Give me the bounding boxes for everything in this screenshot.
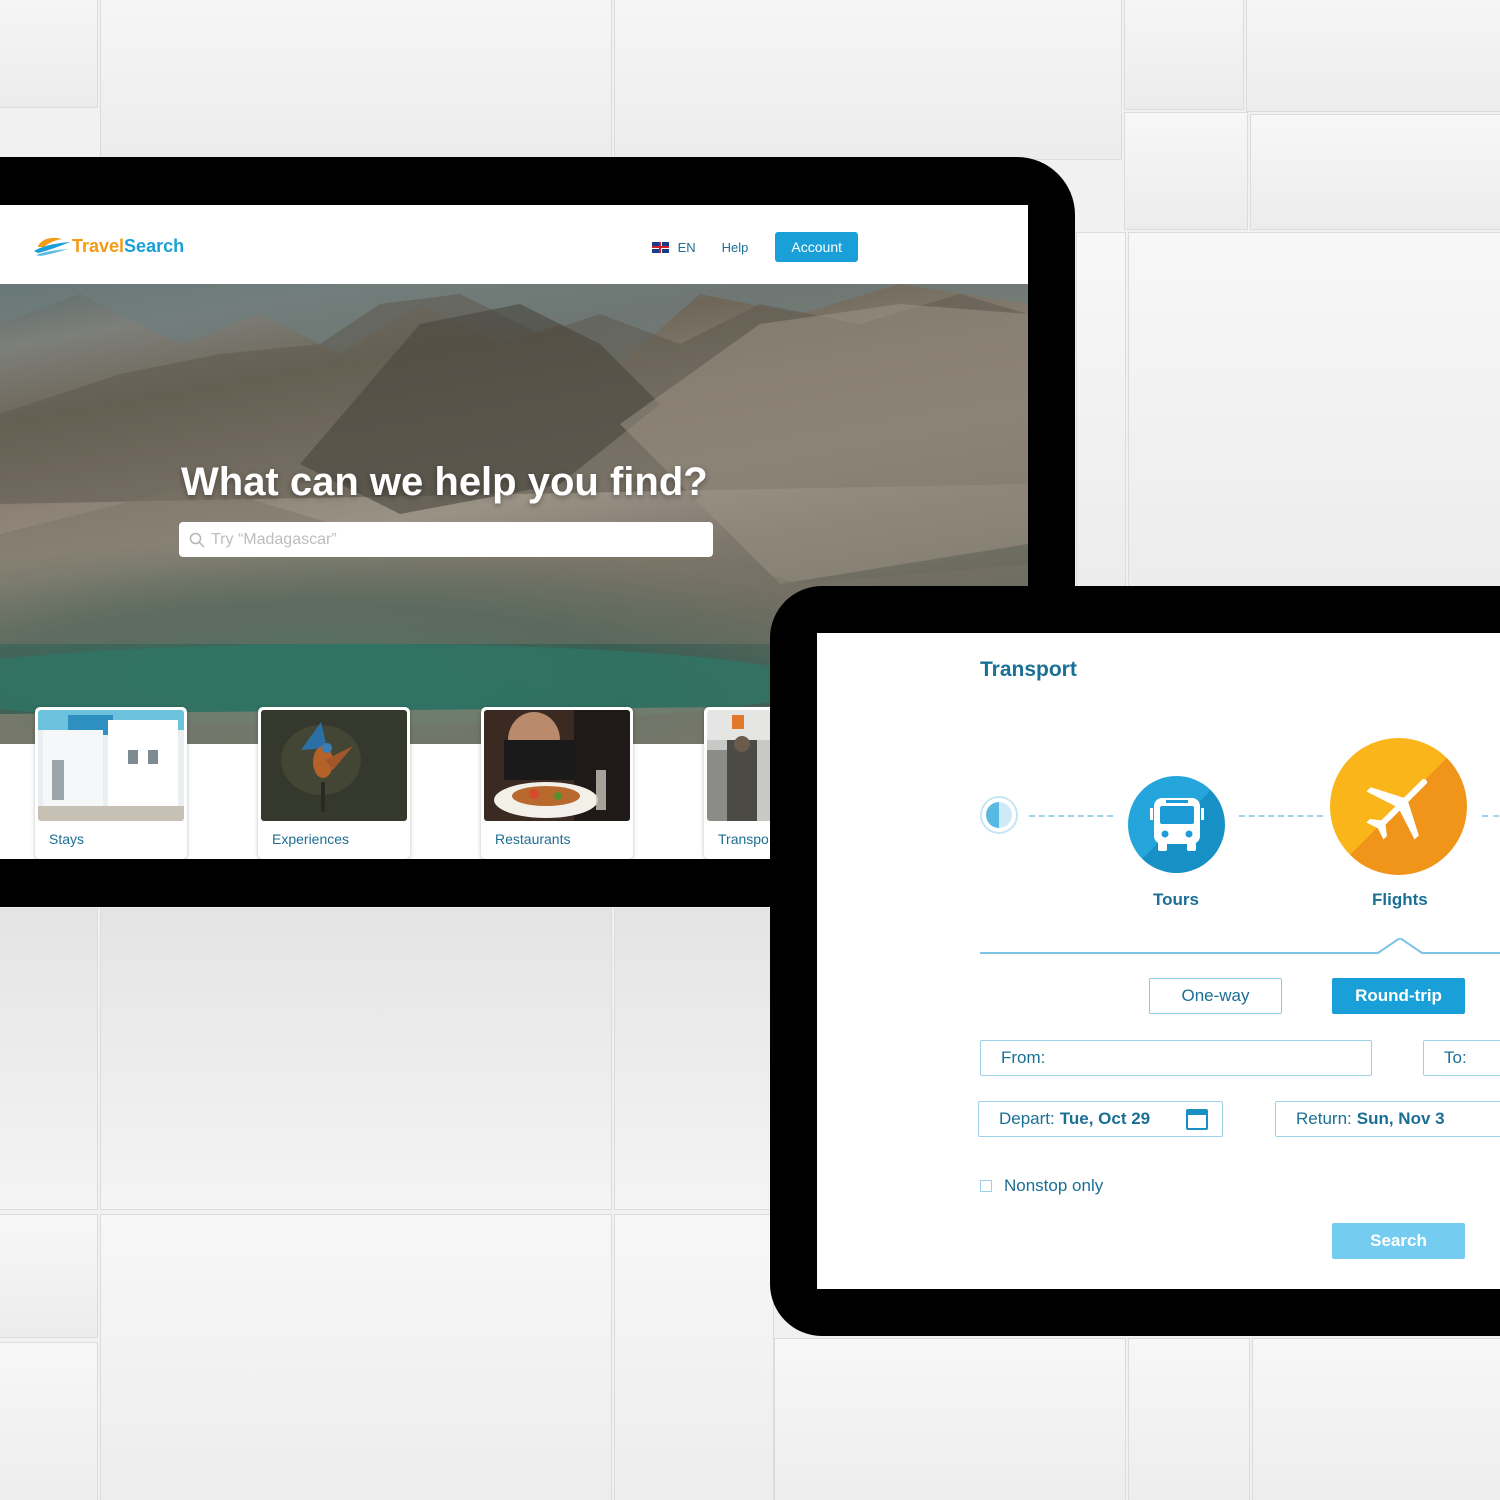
nonstop-label: Nonstop only xyxy=(1004,1176,1104,1195)
site-header: TravelSearch EN Help Account xyxy=(0,205,1028,284)
depart-label: Depart: xyxy=(999,1109,1055,1128)
search-button[interactable]: Search xyxy=(1332,1223,1465,1259)
language-label: EN xyxy=(677,239,696,255)
to-label: To: xyxy=(1444,1048,1467,1067)
selected-mode-indicator xyxy=(980,938,1500,954)
step-indicator-dot[interactable] xyxy=(980,796,1018,834)
destination-search-box[interactable] xyxy=(179,522,713,557)
calendar-icon[interactable] xyxy=(1186,1109,1208,1130)
category-card-experiences[interactable]: Experiences xyxy=(258,707,410,859)
tours-mode-button[interactable] xyxy=(1128,776,1225,873)
depart-date-field[interactable]: Depart: Tue, Oct 29 xyxy=(978,1101,1223,1137)
stays-image xyxy=(38,710,184,821)
airplane-icon xyxy=(1365,778,1427,840)
step-connector xyxy=(1482,815,1500,817)
flights-mode-button[interactable] xyxy=(1330,738,1467,875)
one-way-button[interactable]: One-way xyxy=(1149,978,1282,1014)
category-label: Restaurants xyxy=(495,831,571,847)
experiences-image xyxy=(261,710,407,821)
category-label: Transpo xyxy=(718,831,769,847)
logo-icon xyxy=(34,237,70,256)
hero-headline: What can we help you find? xyxy=(181,460,708,504)
to-field[interactable]: To: xyxy=(1423,1040,1500,1076)
account-button[interactable]: Account xyxy=(775,232,858,262)
category-label: Experiences xyxy=(272,831,350,847)
header-nav: EN Help Account xyxy=(651,232,858,262)
from-field[interactable]: From: xyxy=(980,1040,1372,1076)
search-icon xyxy=(189,532,205,548)
nonstop-option[interactable]: Nonstop only xyxy=(980,1176,1103,1196)
step-connector xyxy=(1029,815,1113,817)
return-date-field[interactable]: Return: Sun, Nov 3 xyxy=(1275,1101,1500,1137)
transport-booking-panel: Transport Tours Flights One-way Round-tr… xyxy=(817,633,1500,1289)
from-label: From: xyxy=(1001,1048,1046,1067)
logo-text-travel: Travel xyxy=(72,235,125,256)
return-date-value: Sun, Nov 3 xyxy=(1356,1109,1445,1128)
bus-icon xyxy=(1149,797,1204,851)
uk-flag-icon xyxy=(651,241,669,253)
category-card-stays[interactable]: Stays xyxy=(35,707,187,859)
return-label: Return: xyxy=(1296,1109,1352,1128)
logo-text-search: Search xyxy=(124,235,185,256)
category-label: Stays xyxy=(49,831,85,847)
tours-label: Tours xyxy=(1153,890,1199,909)
destination-search-input[interactable] xyxy=(211,530,691,549)
tablet-device-frame: Transport Tours Flights One-way Round-tr… xyxy=(770,586,1500,1336)
travelsearch-logo[interactable]: TravelSearch xyxy=(32,233,184,259)
depart-date-value: Tue, Oct 29 xyxy=(1059,1109,1151,1128)
help-link[interactable]: Help xyxy=(722,240,749,255)
category-card-restaurants[interactable]: Restaurants xyxy=(481,707,633,859)
restaurants-image xyxy=(484,710,630,821)
logo-text: TravelSearch xyxy=(72,236,184,257)
flights-label: Flights xyxy=(1372,890,1428,909)
nonstop-checkbox[interactable] xyxy=(980,1180,992,1192)
round-trip-button[interactable]: Round-trip xyxy=(1332,978,1465,1014)
language-selector[interactable]: EN xyxy=(651,239,696,255)
transport-title: Transport xyxy=(980,658,1077,681)
step-connector xyxy=(1239,815,1323,817)
